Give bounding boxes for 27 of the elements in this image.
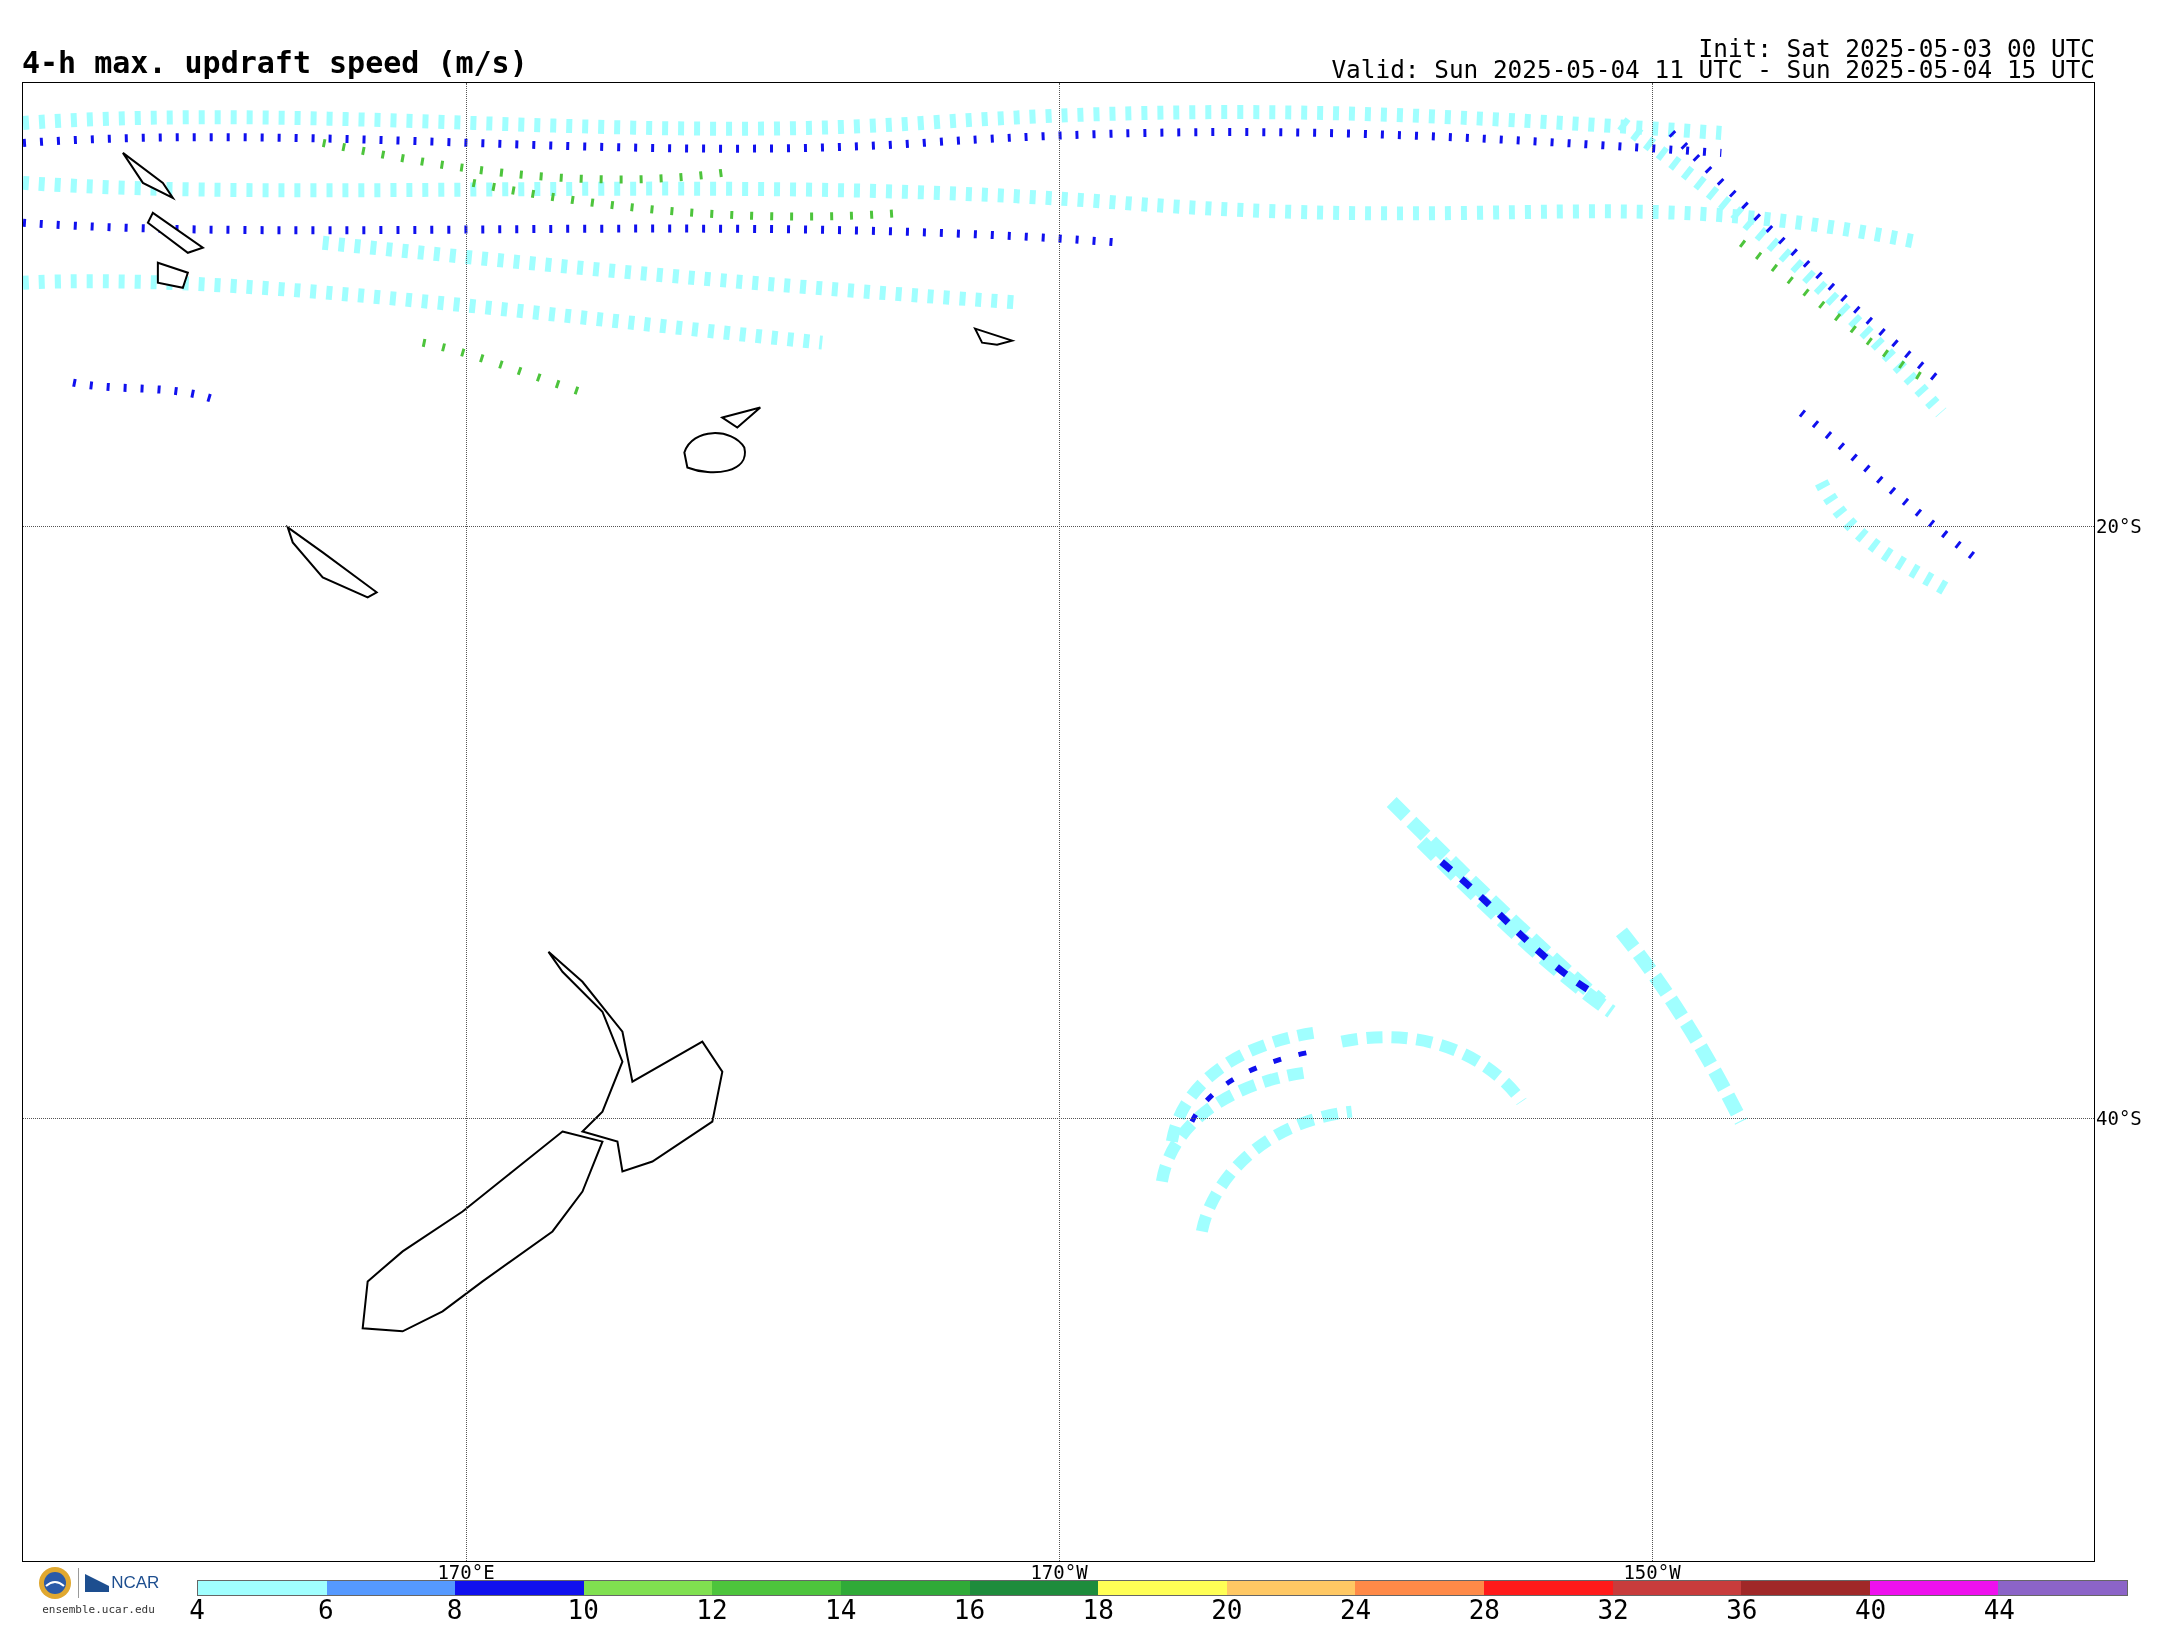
tick-label: 36 xyxy=(1726,1597,1758,1623)
latitude-label: 40°S xyxy=(2096,1108,2142,1128)
tick-label: 20 xyxy=(1211,1597,1243,1623)
tick-label: 18 xyxy=(1082,1597,1114,1623)
tick-label: 44 xyxy=(1983,1597,2015,1623)
tick-label: 28 xyxy=(1468,1597,1500,1623)
site-url: ensemble.ucar.edu xyxy=(42,1603,155,1616)
tick-label: 8 xyxy=(446,1597,463,1623)
longitude-label: 150°W xyxy=(1623,1563,1681,1582)
chart-title: 4-h max. updraft speed (m/s) xyxy=(22,48,528,78)
init-time: Init: Sat 2025-05-03 00 UTC xyxy=(1698,38,2095,59)
tick-label: 14 xyxy=(825,1597,857,1623)
tick-label: 10 xyxy=(567,1597,599,1623)
longitude-label: 170°W xyxy=(1030,1563,1088,1582)
tick-label: 32 xyxy=(1597,1597,1629,1623)
tick-label: 12 xyxy=(696,1597,728,1623)
tick-label: 40 xyxy=(1854,1597,1887,1623)
tick-label: 24 xyxy=(1339,1597,1372,1623)
valid-time: Valid: Sun 2025-05-04 11 UTC - Sun 2025-05-04 15 UTC xyxy=(1331,59,2095,80)
latitude-label: 20°S xyxy=(2096,516,2142,536)
tick-label: 16 xyxy=(953,1597,986,1623)
tick-label: 4 xyxy=(189,1597,205,1623)
longitude-label: 170°E xyxy=(437,1563,495,1582)
logo-icon xyxy=(85,1574,110,1592)
tick-label: 6 xyxy=(317,1597,334,1623)
seal-icon xyxy=(37,1566,72,1600)
org-name: NCAR xyxy=(111,1573,160,1593)
